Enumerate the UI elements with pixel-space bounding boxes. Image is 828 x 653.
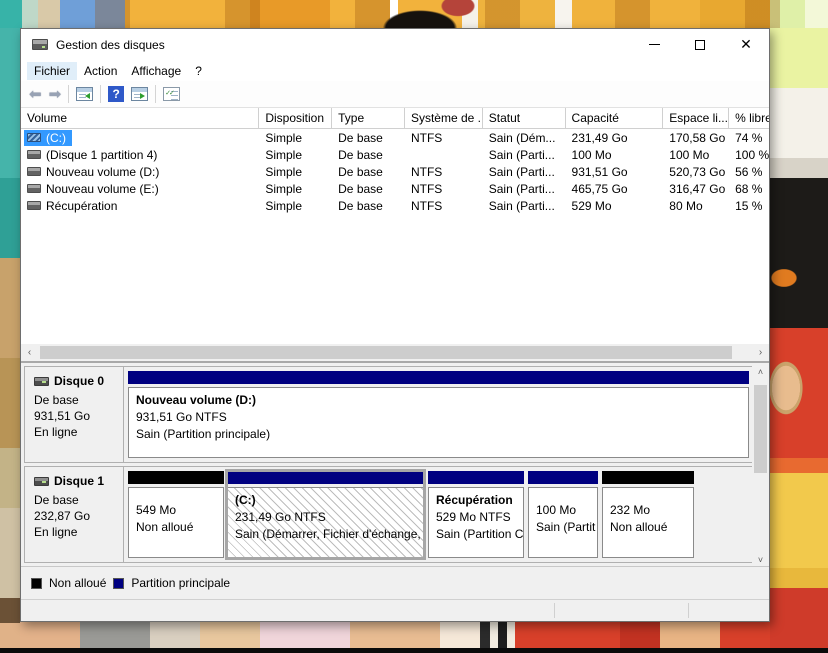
back-icon[interactable]: ⬅ [29,87,42,102]
disk0-size: 931,51 Go [34,409,91,423]
partition-unallocated-2[interactable]: 232 Mo Non alloué [602,471,694,558]
partition-color-bar [528,471,598,484]
table-row[interactable]: (Disque 1 partition 4) Simple De base Sa… [21,146,769,163]
volume-label[interactable]: Nouveau volume (D:) [24,164,165,180]
partition-c-selected[interactable]: (C:) 231,49 Go NTFS Sain (Démarrer, Fich… [225,469,426,560]
volume-table-header: Volume Disposition Type Système de ... S… [21,108,769,129]
volume-icon [27,184,41,193]
disk-graphic-pane: Disque 0 De base 931,51 Go En ligne Nouv… [21,361,769,594]
table-row[interactable]: Récupération Simple De base NTFS Sain (P… [21,197,769,214]
menu-affichage[interactable]: Affichage [124,62,188,80]
partition-color-bar [227,471,424,484]
partition-unallocated-1[interactable]: 549 Mo Non alloué [128,471,224,558]
disk1-type: De base [34,493,79,507]
window-title: Gestion des disques [56,37,165,52]
disk-row-0: Disque 0 De base 931,51 Go En ligne Nouv… [24,366,754,463]
status-bar [21,599,769,621]
disk-row-1: Disque 1 De base 232,87 Go En ligne 549 … [24,466,754,563]
background-art-left [0,28,20,653]
scroll-left-icon[interactable]: ‹ [21,344,38,361]
legend-primary-swatch [113,577,125,589]
partition-color-bar [128,471,224,484]
menu-fichier[interactable]: Fichier [27,61,78,80]
disk-icon [34,476,49,486]
statusbar-separator [554,603,555,618]
disk1-graphic: 549 Mo Non alloué (C:) 231,49 Go NTFS Sa… [124,467,753,562]
maximize-button[interactable] [677,29,723,60]
checklist-icon[interactable] [163,87,181,101]
vertical-scrollbar[interactable]: ˄ ˅ [752,365,769,568]
minimize-button[interactable] [631,29,677,60]
partition-color-bar [602,471,694,484]
statusbar-separator [688,603,689,618]
background-art-top [0,0,828,28]
col-statut[interactable]: Statut [483,108,566,128]
partition-100mo[interactable]: 100 Mo Sain (Partit [528,471,598,558]
horizontal-scrollbar[interactable]: ‹ › [21,344,769,361]
disk-icon [34,376,49,386]
background-art-right [770,28,828,653]
volume-label[interactable]: Récupération [24,198,123,214]
partition-recuperation[interactable]: Récupération 529 Mo NTFS Sain (Partition… [428,471,524,558]
menu-help[interactable]: ? [188,62,209,80]
table-row[interactable]: Nouveau volume (E:) Simple De base NTFS … [21,180,769,197]
disk1-status: En ligne [34,525,78,539]
disk0-type: De base [34,393,79,407]
close-button[interactable]: ✕ [723,29,769,60]
toolbar-separator [68,85,70,103]
titlebar[interactable]: Gestion des disques ✕ [21,29,769,60]
menubar: Fichier Action Affichage ? [21,60,769,81]
menu-action[interactable]: Action [77,62,124,80]
col-capacite[interactable]: Capacité [566,108,664,128]
disk0-status: En ligne [34,425,78,439]
background-black-strip [0,648,828,653]
show-action-pane-icon[interactable] [131,87,149,101]
volume-icon [27,167,41,176]
help-icon[interactable]: ? [108,86,125,102]
col-pct-libre[interactable]: % libre [729,108,769,128]
volume-label[interactable]: Nouveau volume (E:) [24,181,165,197]
scrollbar-thumb[interactable] [754,385,767,473]
col-espace-libre[interactable]: Espace li... [663,108,730,128]
scrollbar-thumb[interactable] [40,346,732,359]
forward-icon[interactable]: ➡ [49,87,62,102]
toolbar: ⬅ ➡ ? [21,81,769,108]
disk-management-window: Gestion des disques ✕ Fichier Action Aff… [20,28,770,622]
volume-label[interactable]: (Disque 1 partition 4) [24,147,163,163]
col-type[interactable]: Type [332,108,405,128]
table-row[interactable]: Nouveau volume (D:) Simple De base NTFS … [21,163,769,180]
screen: Gestion des disques ✕ Fichier Action Aff… [0,0,828,653]
app-disk-icon [32,39,48,50]
console-tree-icon[interactable] [76,87,94,101]
scroll-right-icon[interactable]: › [752,344,769,361]
table-row[interactable]: (C:) Simple De base NTFS Sain (Dém... 23… [21,129,769,146]
col-filesystem[interactable]: Système de ... [405,108,483,128]
partition-color-bar [428,471,524,484]
disk0-label[interactable]: Disque 0 De base 931,51 Go En ligne [25,367,124,462]
disk0-graphic: Nouveau volume (D:) 931,51 Go NTFS Sain … [124,367,753,462]
legend-unallocated-label: Non alloué [49,576,107,590]
volume-icon [27,201,41,210]
toolbar-separator [100,85,102,103]
volume-icon [27,150,41,159]
scroll-up-icon[interactable]: ˄ [752,365,769,380]
volume-list-pane: Volume Disposition Type Système de ... S… [21,108,769,361]
legend-bar: Non alloué Partition principale [21,566,769,599]
disk1-label[interactable]: Disque 1 De base 232,87 Go En ligne [25,467,124,562]
toolbar-separator [155,85,157,103]
col-disposition[interactable]: Disposition [259,108,333,128]
partition-color-bar [128,371,749,384]
col-volume[interactable]: Volume [21,108,260,128]
volume-label-selected[interactable]: (C:) [24,129,72,146]
volume-icon [27,133,41,142]
legend-primary-label: Partition principale [131,576,231,590]
legend-unallocated-swatch [31,577,42,589]
disk1-size: 232,87 Go [34,509,91,523]
partition-d[interactable]: Nouveau volume (D:) 931,51 Go NTFS Sain … [128,371,749,458]
